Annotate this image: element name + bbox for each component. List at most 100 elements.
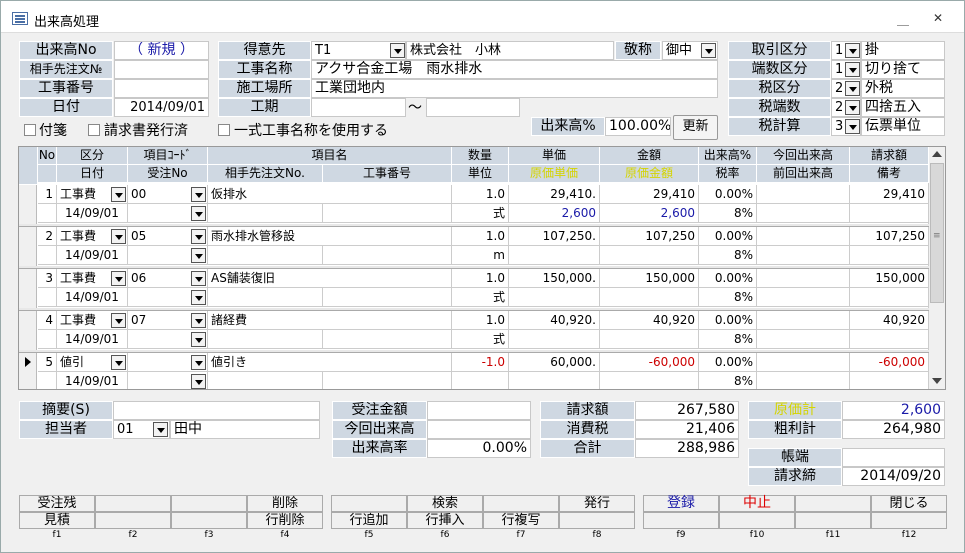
scroll-down-icon[interactable] [932, 378, 942, 384]
kouji-name-field[interactable]: アクサ合金工場 雨水排水 [311, 60, 718, 79]
seikyu-hakko-checkbox[interactable] [88, 124, 100, 136]
date-cell[interactable]: 14/09/01 [57, 372, 128, 389]
hasuu-dropdown-icon[interactable] [845, 62, 860, 77]
row-selector[interactable] [19, 185, 37, 225]
bikou-cell[interactable] [850, 246, 929, 265]
code-dropdown-icon[interactable] [191, 355, 206, 370]
kouji-no-cell[interactable] [323, 204, 452, 223]
fkey-f9-top[interactable]: 登録 [643, 495, 719, 512]
fkey-f11-top[interactable] [795, 495, 871, 512]
tokui-dropdown-icon[interactable] [390, 43, 405, 58]
price-cell[interactable]: 150,000. [509, 269, 600, 288]
unit-cell[interactable]: 式 [452, 204, 509, 223]
torihiki-dropdown-icon[interactable] [845, 43, 860, 58]
name-cell[interactable]: AS舗装復旧 [208, 269, 452, 288]
name-cell[interactable]: 雨水排水管移設 [208, 227, 452, 246]
code-dropdown-icon[interactable] [191, 313, 206, 328]
fkey-f3-bottom[interactable] [171, 512, 247, 529]
tekiyou-field[interactable] [113, 401, 320, 420]
kouji-no-cell[interactable] [323, 330, 452, 349]
rate-cell[interactable]: 0.00% [699, 353, 757, 372]
kubun-dropdown-icon[interactable] [111, 271, 126, 286]
aite-no-cell[interactable] [208, 372, 323, 389]
fusen-checkbox[interactable] [24, 124, 36, 136]
code-dropdown-icon[interactable] [191, 229, 206, 244]
row-selector[interactable] [19, 227, 37, 267]
code-dropdown-icon[interactable] [191, 187, 206, 202]
aite-no-cell[interactable] [208, 330, 323, 349]
date-cell[interactable]: 14/09/01 [57, 246, 128, 265]
chouhasi-field[interactable] [842, 448, 945, 467]
rate-cell[interactable]: 0.00% [699, 185, 757, 204]
juchu-dropdown-icon[interactable] [191, 332, 206, 347]
shime-field[interactable]: 2014/09/20 [842, 467, 945, 486]
genka-tanka-cell[interactable] [509, 372, 600, 389]
fkey-f7-bottom[interactable]: 行複写 [483, 512, 559, 529]
fkey-f10-top[interactable]: 中止 [719, 495, 795, 512]
code-dropdown-icon[interactable] [191, 271, 206, 286]
name-cell[interactable]: 値引き [208, 353, 452, 372]
kouki-to-field[interactable] [426, 98, 520, 117]
scroll-up-icon[interactable] [932, 151, 942, 157]
fkey-f8-top[interactable]: 発行 [559, 495, 635, 512]
aite-field[interactable] [114, 60, 209, 79]
fkey-f6-top[interactable]: 検索 [407, 495, 483, 512]
kubun-dropdown-icon[interactable] [111, 313, 126, 328]
qty-cell[interactable]: -1.0 [452, 353, 509, 372]
qty-cell[interactable]: 1.0 [452, 269, 509, 288]
fkey-f3-top[interactable] [171, 495, 247, 512]
update-button[interactable]: 更新 [673, 115, 718, 140]
fkey-f4-bottom[interactable]: 行削除 [247, 512, 323, 529]
genka-tanka-cell[interactable] [509, 246, 600, 265]
kubun-dropdown-icon[interactable] [111, 355, 126, 370]
unit-cell[interactable]: 式 [452, 330, 509, 349]
fkey-f12-bottom[interactable] [871, 512, 947, 529]
fkey-f2-top[interactable] [95, 495, 171, 512]
juchu-dropdown-icon[interactable] [191, 206, 206, 221]
date-cell[interactable]: 14/09/01 [57, 330, 128, 349]
basho-field[interactable]: 工業団地内 [311, 79, 718, 98]
fkey-f5-top[interactable] [331, 495, 407, 512]
kouji-no-cell[interactable] [323, 372, 452, 389]
unit-cell[interactable] [452, 372, 509, 389]
price-cell[interactable]: 60,000. [509, 353, 600, 372]
name-cell[interactable]: 諸経費 [208, 311, 452, 330]
row-selector[interactable] [19, 311, 37, 351]
dekidaka-no-field[interactable]: （ 新規 ） [114, 41, 209, 60]
genka-tanka-cell[interactable]: 2,600 [509, 204, 600, 223]
kubun-dropdown-icon[interactable] [111, 187, 126, 202]
fkey-f10-bottom[interactable] [719, 512, 795, 529]
juchu-dropdown-icon[interactable] [191, 374, 206, 389]
isshiki-checkbox[interactable] [218, 124, 230, 136]
fkey-f2-bottom[interactable] [95, 512, 171, 529]
date-cell[interactable]: 14/09/01 [57, 288, 128, 307]
genka-tanka-cell[interactable] [509, 330, 600, 349]
qty-cell[interactable]: 1.0 [452, 227, 509, 246]
kouji-no-cell[interactable] [323, 246, 452, 265]
zeihasuu-dropdown-icon[interactable] [845, 100, 860, 115]
fkey-f7-top[interactable] [483, 495, 559, 512]
genka-tanka-cell[interactable] [509, 288, 600, 307]
qty-cell[interactable]: 1.0 [452, 185, 509, 204]
fkey-f6-bottom[interactable]: 行挿入 [407, 512, 483, 529]
row-selector[interactable] [19, 269, 37, 309]
kubun-dropdown-icon[interactable] [111, 229, 126, 244]
close-icon[interactable]: ✕ [933, 11, 943, 25]
aite-no-cell[interactable] [208, 288, 323, 307]
bikou-cell[interactable] [850, 288, 929, 307]
fkey-f11-bottom[interactable] [795, 512, 871, 529]
minimize-icon[interactable]: ＿ [897, 11, 909, 28]
bikou-cell[interactable] [850, 372, 929, 389]
tantou-dropdown-icon[interactable] [153, 422, 168, 437]
unit-cell[interactable]: 式 [452, 288, 509, 307]
keishou-dropdown-icon[interactable] [701, 43, 716, 58]
price-cell[interactable]: 40,920. [509, 311, 600, 330]
qty-cell[interactable]: 1.0 [452, 311, 509, 330]
rate-cell[interactable]: 0.00% [699, 227, 757, 246]
fkey-f1-bottom[interactable]: 見積 [19, 512, 95, 529]
date-field[interactable]: 2014/09/01 [114, 98, 209, 117]
row-selector[interactable] [19, 353, 37, 389]
aite-no-cell[interactable] [208, 204, 323, 223]
fkey-f9-bottom[interactable] [643, 512, 719, 529]
fkey-f8-bottom[interactable] [559, 512, 635, 529]
